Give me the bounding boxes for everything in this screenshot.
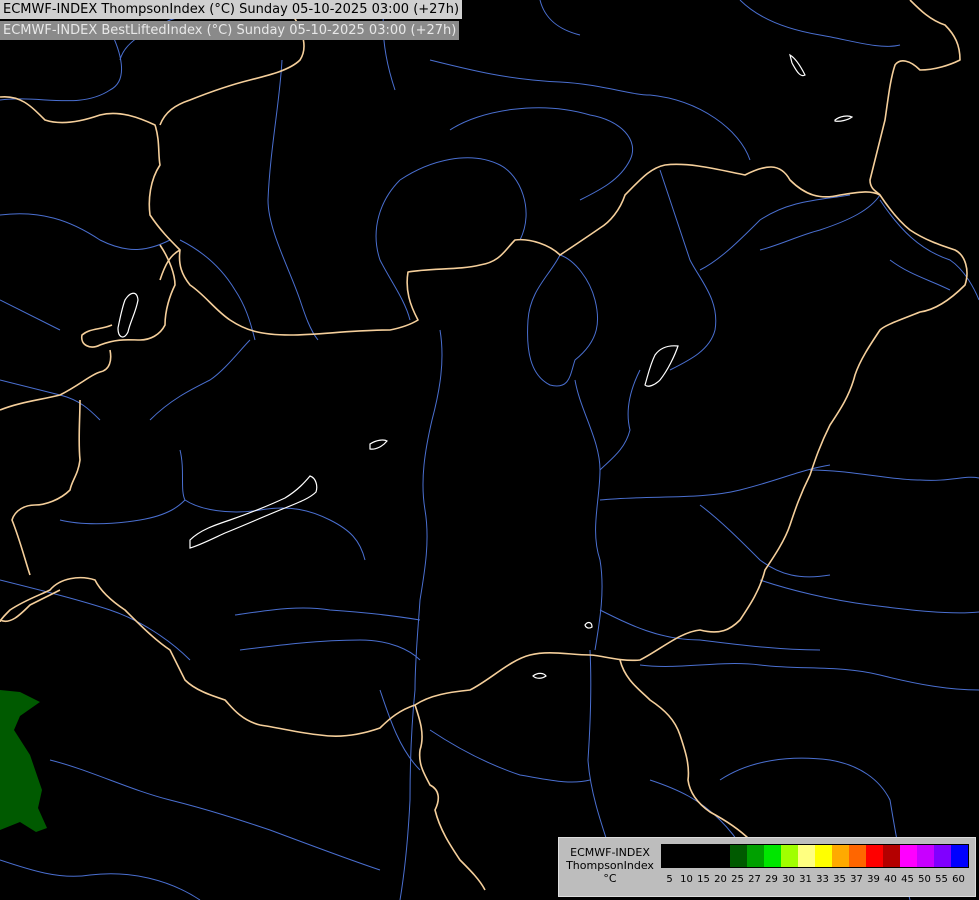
legend-tick: 31	[799, 874, 812, 885]
legend-tick: 5	[666, 874, 673, 885]
legend-swatch	[832, 845, 849, 867]
legend-swatch	[679, 845, 696, 867]
legend-swatch	[866, 845, 883, 867]
legend-tick: 55	[935, 874, 948, 885]
legend-swatch	[747, 845, 764, 867]
legend-tick: 25	[731, 874, 744, 885]
legend-swatch	[781, 845, 798, 867]
color-legend: ECMWF-INDEX ThompsonIndex °C 5 10 15 20 25 27…	[558, 837, 976, 897]
legend-tick-labels: 5 10 15 20 25 27 29 30 31 33 35 37 39 40 45 50 55 60	[661, 874, 971, 888]
legend-swatch	[934, 845, 951, 867]
legend-swatch	[798, 845, 815, 867]
legend-swatch	[662, 845, 679, 867]
legend-tick: 29	[765, 874, 778, 885]
legend-tick: 35	[833, 874, 846, 885]
legend-tick: 60	[952, 874, 965, 885]
legend-swatch	[764, 845, 781, 867]
legend-tick: 30	[782, 874, 795, 885]
legend-color-ramp	[661, 844, 969, 868]
legend-label: ECMWF-INDEX ThompsonIndex °C	[561, 846, 659, 885]
legend-tick: 15	[697, 874, 710, 885]
legend-swatch	[917, 845, 934, 867]
legend-tick: 10	[680, 874, 693, 885]
legend-tick: 20	[714, 874, 727, 885]
legend-tick: 37	[850, 874, 863, 885]
legend-swatch	[730, 845, 747, 867]
legend-swatch	[713, 845, 730, 867]
map-title-primary: ECMWF-INDEX ThompsonIndex (°C) Sunday 05…	[0, 0, 463, 19]
legend-tick: 50	[918, 874, 931, 885]
legend-tick: 45	[901, 874, 914, 885]
legend-unit: °C	[603, 872, 617, 885]
legend-swatch	[849, 845, 866, 867]
legend-tick: 33	[816, 874, 829, 885]
legend-tick: 40	[884, 874, 897, 885]
legend-parameter: ThompsonIndex	[566, 859, 654, 872]
legend-swatch	[951, 845, 968, 867]
legend-swatch	[696, 845, 713, 867]
legend-swatch	[883, 845, 900, 867]
weather-map	[0, 0, 979, 900]
legend-tick: 39	[867, 874, 880, 885]
legend-swatch	[815, 845, 832, 867]
legend-swatch	[900, 845, 917, 867]
map-title-secondary: ECMWF-INDEX BestLiftedIndex (°C) Sunday …	[0, 21, 460, 40]
legend-tick: 27	[748, 874, 761, 885]
legend-model: ECMWF-INDEX	[570, 846, 650, 859]
